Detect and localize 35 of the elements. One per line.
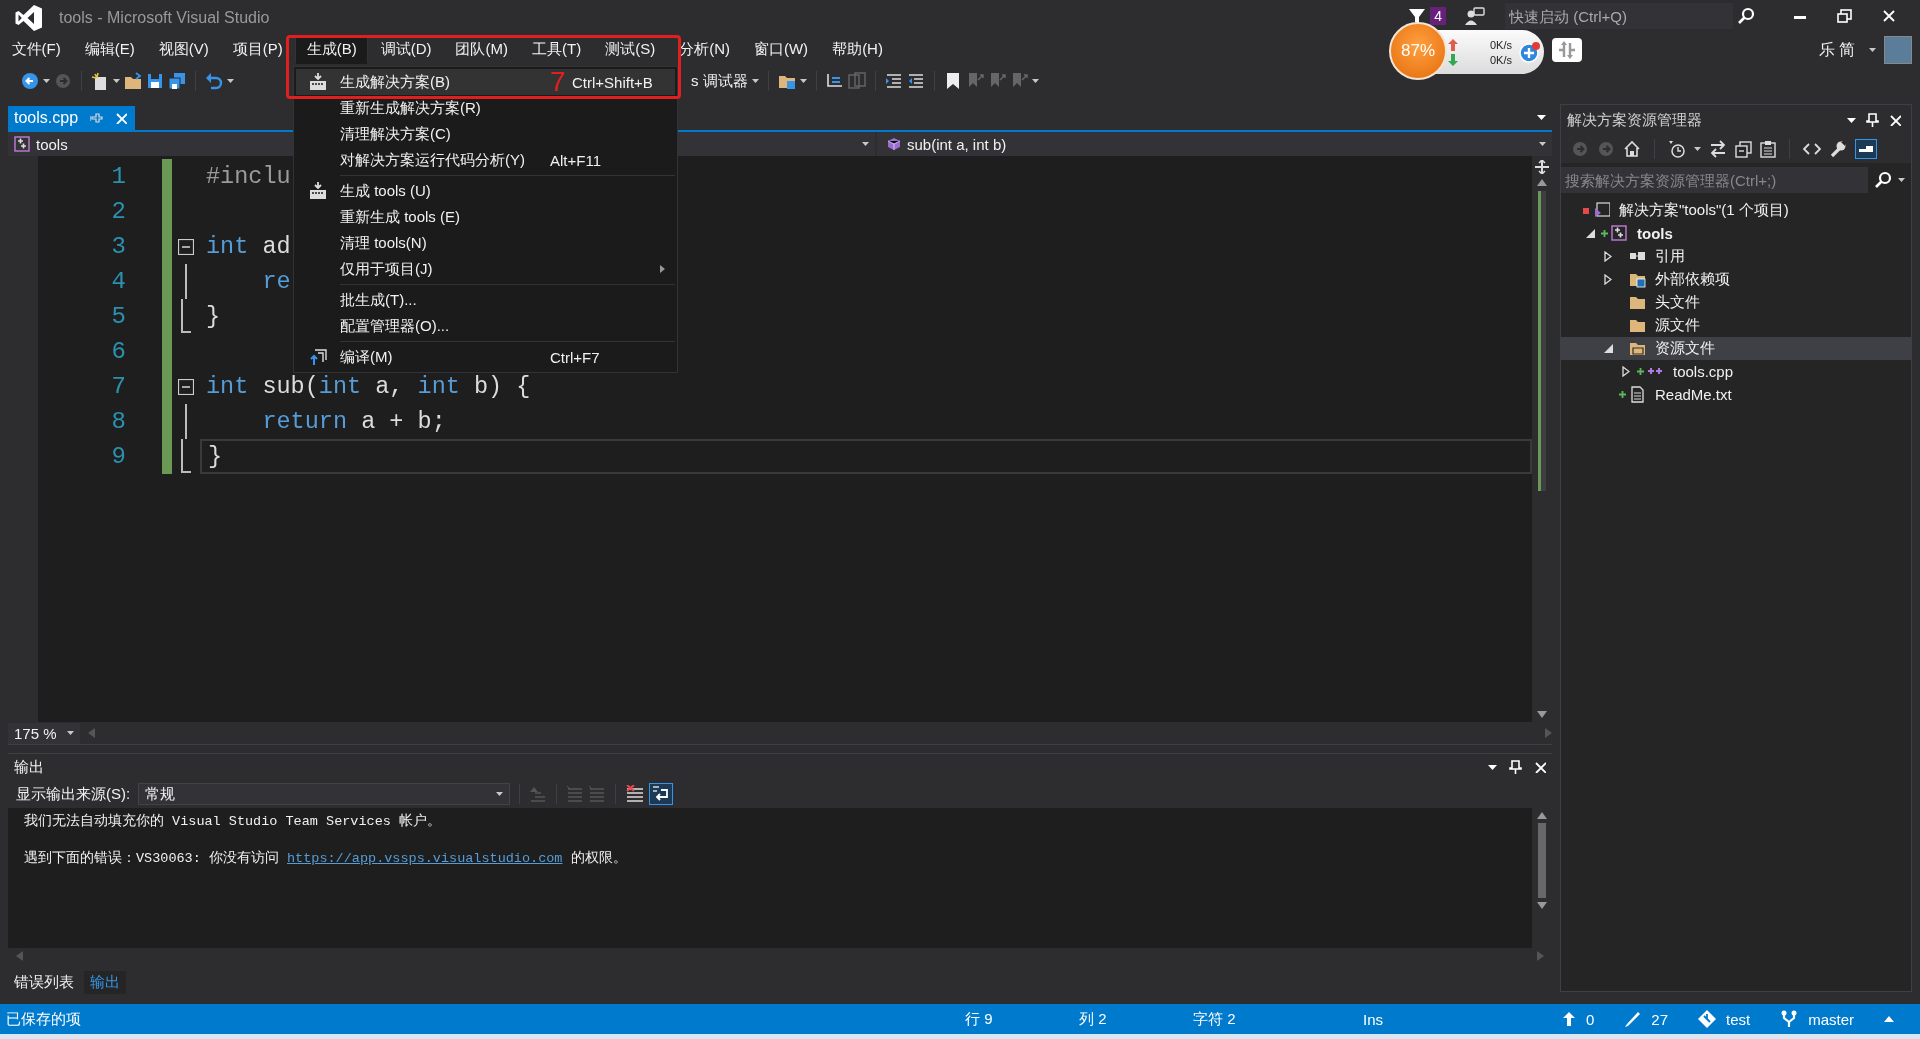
- shortcut-text: Ctrl+Shift+B: [572, 73, 654, 91]
- code-line: #inclu: [205, 163, 291, 190]
- line-number: 1: [110, 163, 126, 190]
- upload-speed: 0K/s: [1490, 38, 1512, 51]
- insert-mode: Ins: [1363, 1010, 1384, 1028]
- code-line: return a + b;: [261, 408, 446, 435]
- line-number: 7: [110, 373, 126, 400]
- zoom-level: 175 %: [14, 724, 57, 742]
- panel-title: 输出: [14, 757, 44, 777]
- line-number: 6: [110, 338, 126, 365]
- output-line: 遇到下面的错误：VS30063: 你没有访问 https://app.vssps.visualstudio.com 的权限。: [24, 849, 628, 868]
- line-number: 8: [110, 408, 126, 435]
- dropdown-value: 常规: [145, 784, 177, 804]
- shortcut-text: Ctrl+F7: [550, 348, 601, 366]
- cursor-line: 行 9: [965, 1009, 994, 1029]
- code-line: int sub(int a, int b) {: [205, 373, 531, 400]
- annotation-number: 7: [550, 69, 567, 95]
- code-line: re: [261, 268, 291, 295]
- code-line: int ad: [205, 233, 291, 260]
- line-number: 9: [110, 443, 126, 470]
- field-label: 显示输出来源(S):: [16, 784, 131, 804]
- cursor-char: 字符 2: [1193, 1009, 1237, 1029]
- line-number: 2: [110, 198, 126, 225]
- line-number: 5: [110, 303, 126, 330]
- member-name: sub(int a, int b): [907, 135, 1008, 153]
- output-line: 我们无法自动填充你的 Visual Studio Team Services 帐户。: [24, 812, 442, 831]
- code-line: }: [205, 303, 221, 330]
- cursor-column: 列 2: [1079, 1009, 1193, 1029]
- download-speed: 0K/s: [1490, 53, 1512, 66]
- window-title: tools - Microsoft Visual Studio: [59, 9, 270, 27]
- panel-title: 解决方案资源管理器: [1567, 110, 1703, 130]
- status-message: 已保存的项: [6, 1009, 82, 1029]
- line-number: 4: [110, 268, 126, 295]
- project-name: tools: [36, 135, 68, 153]
- line-number: 3: [110, 233, 126, 260]
